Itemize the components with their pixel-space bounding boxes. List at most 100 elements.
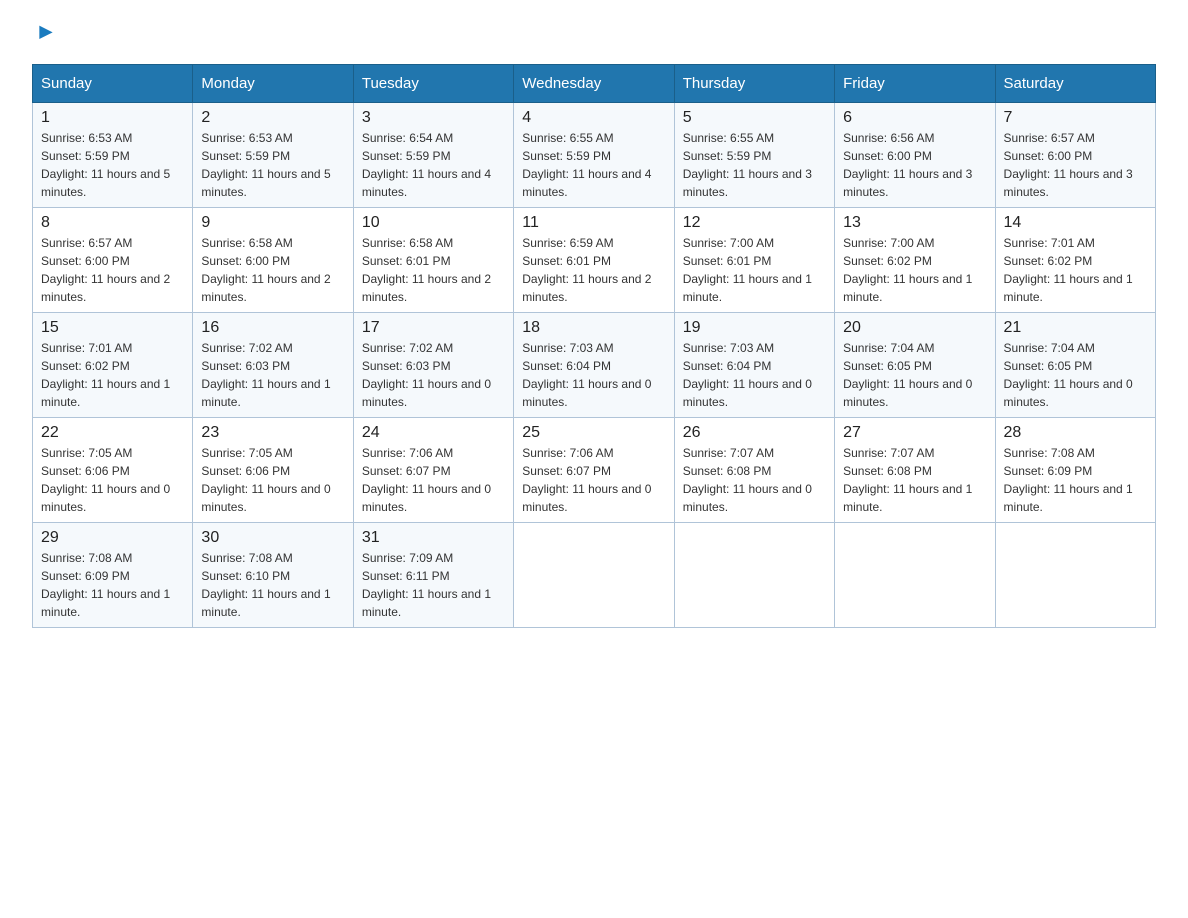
calendar-cell: 20 Sunrise: 7:04 AMSunset: 6:05 PMDaylig… <box>835 313 995 418</box>
day-number: 20 <box>843 319 986 337</box>
day-info: Sunrise: 7:08 AMSunset: 6:10 PMDaylight:… <box>201 551 330 619</box>
calendar-week-row: 1 Sunrise: 6:53 AMSunset: 5:59 PMDayligh… <box>33 103 1156 208</box>
calendar-cell: 24 Sunrise: 7:06 AMSunset: 6:07 PMDaylig… <box>353 418 513 523</box>
day-info: Sunrise: 7:08 AMSunset: 6:09 PMDaylight:… <box>1004 446 1133 514</box>
calendar-cell: 6 Sunrise: 6:56 AMSunset: 6:00 PMDayligh… <box>835 103 995 208</box>
weekday-row: SundayMondayTuesdayWednesdayThursdayFrid… <box>33 65 1156 103</box>
day-number: 16 <box>201 319 344 337</box>
day-number: 27 <box>843 424 986 442</box>
day-info: Sunrise: 6:57 AMSunset: 6:00 PMDaylight:… <box>1004 131 1133 199</box>
day-number: 31 <box>362 529 505 547</box>
calendar-cell: 27 Sunrise: 7:07 AMSunset: 6:08 PMDaylig… <box>835 418 995 523</box>
calendar-cell: 30 Sunrise: 7:08 AMSunset: 6:10 PMDaylig… <box>193 523 353 628</box>
day-info: Sunrise: 7:06 AMSunset: 6:07 PMDaylight:… <box>362 446 491 514</box>
day-info: Sunrise: 6:53 AMSunset: 5:59 PMDaylight:… <box>201 131 330 199</box>
calendar-cell: 4 Sunrise: 6:55 AMSunset: 5:59 PMDayligh… <box>514 103 674 208</box>
day-info: Sunrise: 7:04 AMSunset: 6:05 PMDaylight:… <box>1004 341 1133 409</box>
calendar-cell: 31 Sunrise: 7:09 AMSunset: 6:11 PMDaylig… <box>353 523 513 628</box>
logo-flag-icon <box>36 24 56 44</box>
calendar-cell: 15 Sunrise: 7:01 AMSunset: 6:02 PMDaylig… <box>33 313 193 418</box>
calendar-week-row: 29 Sunrise: 7:08 AMSunset: 6:09 PMDaylig… <box>33 523 1156 628</box>
day-info: Sunrise: 7:04 AMSunset: 6:05 PMDaylight:… <box>843 341 972 409</box>
logo <box>32 24 60 44</box>
day-info: Sunrise: 6:53 AMSunset: 5:59 PMDaylight:… <box>41 131 170 199</box>
weekday-header-thursday: Thursday <box>674 65 834 103</box>
weekday-header-friday: Friday <box>835 65 995 103</box>
day-number: 21 <box>1004 319 1147 337</box>
day-info: Sunrise: 7:07 AMSunset: 6:08 PMDaylight:… <box>843 446 972 514</box>
calendar-cell: 22 Sunrise: 7:05 AMSunset: 6:06 PMDaylig… <box>33 418 193 523</box>
calendar-cell: 29 Sunrise: 7:08 AMSunset: 6:09 PMDaylig… <box>33 523 193 628</box>
calendar-header: SundayMondayTuesdayWednesdayThursdayFrid… <box>33 65 1156 103</box>
day-number: 2 <box>201 109 344 127</box>
calendar-table: SundayMondayTuesdayWednesdayThursdayFrid… <box>32 64 1156 628</box>
day-number: 10 <box>362 214 505 232</box>
calendar-cell: 18 Sunrise: 7:03 AMSunset: 6:04 PMDaylig… <box>514 313 674 418</box>
calendar-week-row: 8 Sunrise: 6:57 AMSunset: 6:00 PMDayligh… <box>33 208 1156 313</box>
day-number: 11 <box>522 214 665 232</box>
calendar-cell: 28 Sunrise: 7:08 AMSunset: 6:09 PMDaylig… <box>995 418 1155 523</box>
day-info: Sunrise: 7:08 AMSunset: 6:09 PMDaylight:… <box>41 551 170 619</box>
calendar-cell: 21 Sunrise: 7:04 AMSunset: 6:05 PMDaylig… <box>995 313 1155 418</box>
calendar-cell: 25 Sunrise: 7:06 AMSunset: 6:07 PMDaylig… <box>514 418 674 523</box>
day-number: 12 <box>683 214 826 232</box>
weekday-header-sunday: Sunday <box>33 65 193 103</box>
day-number: 3 <box>362 109 505 127</box>
day-number: 25 <box>522 424 665 442</box>
day-number: 6 <box>843 109 986 127</box>
day-number: 9 <box>201 214 344 232</box>
weekday-header-wednesday: Wednesday <box>514 65 674 103</box>
calendar-cell <box>514 523 674 628</box>
day-info: Sunrise: 7:01 AMSunset: 6:02 PMDaylight:… <box>1004 236 1133 304</box>
calendar-cell: 3 Sunrise: 6:54 AMSunset: 5:59 PMDayligh… <box>353 103 513 208</box>
calendar-cell: 23 Sunrise: 7:05 AMSunset: 6:06 PMDaylig… <box>193 418 353 523</box>
weekday-header-monday: Monday <box>193 65 353 103</box>
day-number: 23 <box>201 424 344 442</box>
day-number: 5 <box>683 109 826 127</box>
day-info: Sunrise: 6:55 AMSunset: 5:59 PMDaylight:… <box>683 131 812 199</box>
calendar-cell: 16 Sunrise: 7:02 AMSunset: 6:03 PMDaylig… <box>193 313 353 418</box>
day-number: 8 <box>41 214 184 232</box>
calendar-cell <box>835 523 995 628</box>
day-number: 15 <box>41 319 184 337</box>
day-info: Sunrise: 6:55 AMSunset: 5:59 PMDaylight:… <box>522 131 651 199</box>
day-number: 13 <box>843 214 986 232</box>
calendar-cell: 8 Sunrise: 6:57 AMSunset: 6:00 PMDayligh… <box>33 208 193 313</box>
calendar-cell: 10 Sunrise: 6:58 AMSunset: 6:01 PMDaylig… <box>353 208 513 313</box>
day-info: Sunrise: 7:00 AMSunset: 6:01 PMDaylight:… <box>683 236 812 304</box>
weekday-header-saturday: Saturday <box>995 65 1155 103</box>
day-info: Sunrise: 7:09 AMSunset: 6:11 PMDaylight:… <box>362 551 491 619</box>
day-info: Sunrise: 7:05 AMSunset: 6:06 PMDaylight:… <box>201 446 330 514</box>
day-info: Sunrise: 6:54 AMSunset: 5:59 PMDaylight:… <box>362 131 491 199</box>
calendar-week-row: 22 Sunrise: 7:05 AMSunset: 6:06 PMDaylig… <box>33 418 1156 523</box>
day-info: Sunrise: 6:57 AMSunset: 6:00 PMDaylight:… <box>41 236 170 304</box>
day-info: Sunrise: 7:06 AMSunset: 6:07 PMDaylight:… <box>522 446 651 514</box>
calendar-cell: 13 Sunrise: 7:00 AMSunset: 6:02 PMDaylig… <box>835 208 995 313</box>
day-info: Sunrise: 7:00 AMSunset: 6:02 PMDaylight:… <box>843 236 972 304</box>
day-number: 22 <box>41 424 184 442</box>
calendar-cell: 12 Sunrise: 7:00 AMSunset: 6:01 PMDaylig… <box>674 208 834 313</box>
day-info: Sunrise: 7:05 AMSunset: 6:06 PMDaylight:… <box>41 446 170 514</box>
day-info: Sunrise: 7:07 AMSunset: 6:08 PMDaylight:… <box>683 446 812 514</box>
day-number: 4 <box>522 109 665 127</box>
calendar-body: 1 Sunrise: 6:53 AMSunset: 5:59 PMDayligh… <box>33 103 1156 628</box>
day-info: Sunrise: 6:56 AMSunset: 6:00 PMDaylight:… <box>843 131 972 199</box>
day-number: 26 <box>683 424 826 442</box>
calendar-cell: 5 Sunrise: 6:55 AMSunset: 5:59 PMDayligh… <box>674 103 834 208</box>
day-number: 17 <box>362 319 505 337</box>
calendar-cell: 26 Sunrise: 7:07 AMSunset: 6:08 PMDaylig… <box>674 418 834 523</box>
weekday-header-tuesday: Tuesday <box>353 65 513 103</box>
calendar-cell: 9 Sunrise: 6:58 AMSunset: 6:00 PMDayligh… <box>193 208 353 313</box>
day-number: 18 <box>522 319 665 337</box>
day-number: 14 <box>1004 214 1147 232</box>
calendar-cell: 14 Sunrise: 7:01 AMSunset: 6:02 PMDaylig… <box>995 208 1155 313</box>
day-number: 1 <box>41 109 184 127</box>
calendar-cell: 7 Sunrise: 6:57 AMSunset: 6:00 PMDayligh… <box>995 103 1155 208</box>
calendar-cell: 2 Sunrise: 6:53 AMSunset: 5:59 PMDayligh… <box>193 103 353 208</box>
day-info: Sunrise: 7:03 AMSunset: 6:04 PMDaylight:… <box>683 341 812 409</box>
day-number: 29 <box>41 529 184 547</box>
calendar-cell: 11 Sunrise: 6:59 AMSunset: 6:01 PMDaylig… <box>514 208 674 313</box>
day-number: 30 <box>201 529 344 547</box>
calendar-cell: 1 Sunrise: 6:53 AMSunset: 5:59 PMDayligh… <box>33 103 193 208</box>
day-info: Sunrise: 7:02 AMSunset: 6:03 PMDaylight:… <box>201 341 330 409</box>
